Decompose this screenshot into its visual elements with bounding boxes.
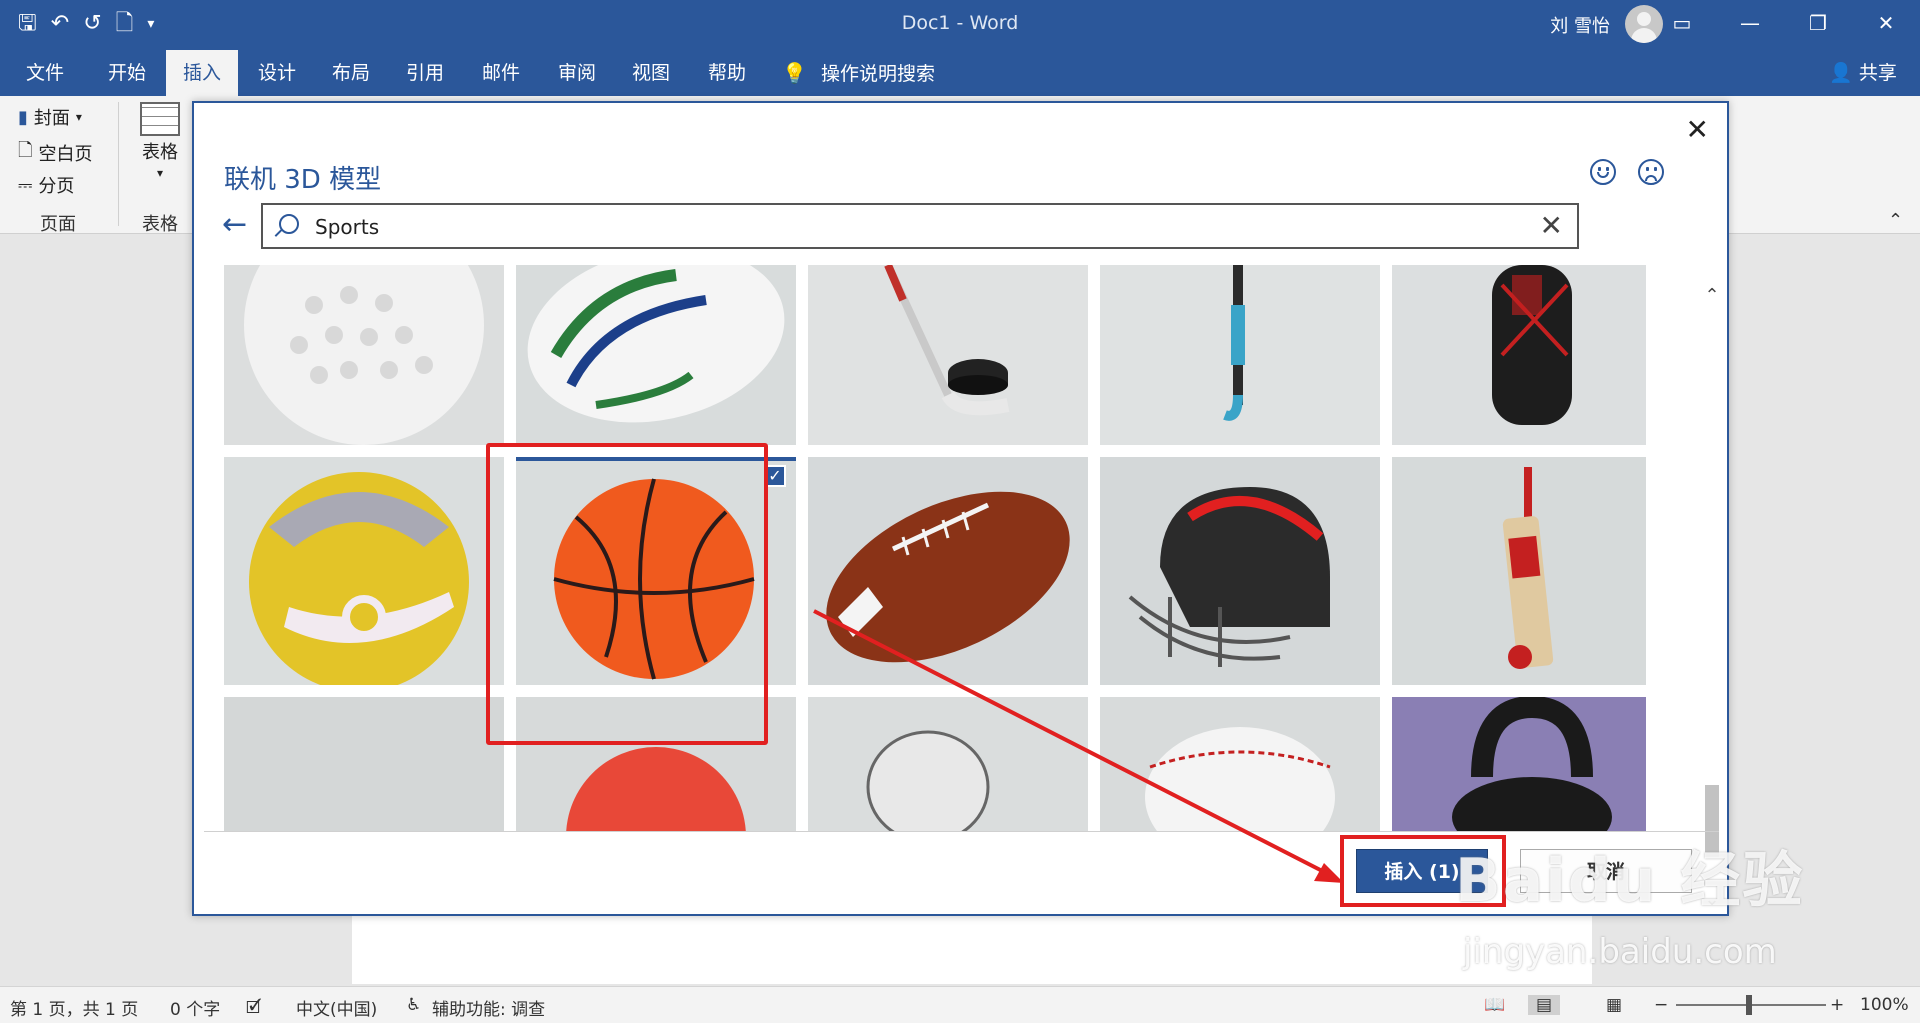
model-tile[interactable] (1392, 697, 1646, 831)
group-label-table: 表格 (142, 214, 178, 235)
zoom-in-icon[interactable]: + (1830, 995, 1844, 1015)
share-button[interactable]: 👤 共享 (1818, 50, 1908, 96)
chevron-down-icon: ▾ (156, 166, 164, 180)
field-hockey-stick-icon (1100, 265, 1380, 445)
cover-page-icon: ▮ (18, 106, 28, 128)
page-count[interactable]: 第 1 页，共 1 页 (10, 995, 138, 1020)
chevron-down-icon: ▾ (75, 110, 82, 124)
model-tile[interactable] (224, 265, 504, 445)
blank-page-icon: 🗋 (18, 140, 33, 161)
group-label-pages: 页面 (40, 214, 76, 235)
ribbon-divider (118, 102, 119, 226)
model-tile[interactable] (1100, 265, 1380, 445)
word-count[interactable]: 0 个字 (170, 995, 220, 1020)
scroll-up-icon[interactable]: ⌃ (1700, 285, 1724, 306)
frown-feedback-icon[interactable] (1638, 159, 1664, 185)
tab-file[interactable]: 文件 (10, 50, 80, 96)
golf-bag-icon (1392, 265, 1646, 445)
tab-mailings[interactable]: 邮件 (466, 50, 536, 96)
blank-page-button[interactable]: 🗋 空白页 (18, 138, 92, 168)
status-bar: 第 1 页，共 1 页 0 个字 🗹 中文(中国) ♿ 辅助功能: 调查 📖 ▤… (0, 986, 1920, 1023)
share-person-icon: 👤 (1829, 62, 1853, 84)
rugby-ball-icon (516, 265, 796, 445)
ribbon-tabs: 文件 开始 插入 设计 布局 引用 邮件 审阅 视图 帮助 💡 操作说明搜索 👤… (0, 50, 1920, 96)
tab-review[interactable]: 审阅 (542, 50, 612, 96)
proofing-icon[interactable]: 🗹 (246, 995, 261, 1023)
tile-gray-icon (224, 697, 504, 831)
model-tile[interactable] (808, 457, 1088, 685)
user-name[interactable]: 刘 雪怡 (1550, 12, 1610, 38)
golf-ball-icon (224, 265, 504, 445)
table-button[interactable]: 表格 ▾ (140, 102, 180, 180)
football-helmet-icon (1100, 457, 1380, 685)
tab-layout[interactable]: 布局 (316, 50, 386, 96)
ribbon-display-icon[interactable]: ▭ (1648, 0, 1716, 46)
search-value: Sports (315, 215, 380, 239)
close-window-icon[interactable]: ✕ (1852, 0, 1920, 46)
page-break-button[interactable]: ⎓ 分页 (18, 172, 74, 198)
tab-insert[interactable]: 插入 (166, 50, 238, 96)
grid-scrollbar[interactable]: ⌃ ⌄ (1700, 265, 1724, 910)
tab-home[interactable]: 开始 (92, 50, 162, 96)
online-3d-models-dialog: ✕ 联机 3D 模型 ← Sports ✕ ✓ ⌃ ⌄ 插入 (1) 取消 (192, 101, 1729, 916)
window-controls: ▭ — ❐ ✕ (1648, 0, 1920, 46)
read-mode-icon[interactable]: 📖 (1484, 995, 1505, 1015)
title-bar: 🖫 ↶ ↺ 🗋 ▾ Doc1 - Word 刘 雪怡 ▭ — ❐ ✕ (0, 0, 1920, 50)
accessibility-icon[interactable]: ♿ (406, 995, 421, 1015)
hockey-stick-puck-icon (808, 265, 1088, 445)
tell-me-search[interactable]: 💡 操作说明搜索 (782, 50, 942, 96)
kettlebell-icon (1392, 697, 1646, 831)
search-icon (279, 214, 299, 234)
net-racket-icon (808, 697, 1088, 831)
cricket-bat-icon (1392, 457, 1646, 685)
tab-help[interactable]: 帮助 (692, 50, 762, 96)
clear-search-icon[interactable]: ✕ (1540, 209, 1563, 242)
smile-feedback-icon[interactable] (1590, 159, 1616, 185)
selection-highlight (486, 443, 768, 745)
collapse-ribbon-icon[interactable]: ⌃ (1888, 210, 1903, 231)
tab-view[interactable]: 视图 (616, 50, 686, 96)
restore-icon[interactable]: ❐ (1784, 0, 1852, 46)
back-arrow-icon[interactable]: ← (222, 207, 247, 242)
model-grid: ✓ (224, 265, 1646, 831)
language[interactable]: 中文(中国) (296, 995, 377, 1020)
model-tile[interactable] (808, 265, 1088, 445)
zoom-out-icon[interactable]: − (1654, 995, 1668, 1015)
model-tile[interactable] (1100, 457, 1380, 685)
american-football-icon (808, 457, 1088, 685)
tab-design[interactable]: 设计 (242, 50, 312, 96)
model-tile[interactable] (516, 265, 796, 445)
page-break-icon: ⎓ (18, 174, 33, 196)
cover-page-button[interactable]: ▮ 封面 ▾ (18, 104, 82, 130)
watermark-url: jingyan.baidu.com (1463, 932, 1777, 972)
tab-references[interactable]: 引用 (390, 50, 460, 96)
close-icon[interactable]: ✕ (1686, 113, 1709, 146)
zoom-level[interactable]: 100% (1860, 995, 1909, 1015)
model-tile[interactable] (1100, 697, 1380, 831)
model-tile[interactable] (808, 697, 1088, 831)
minimize-icon[interactable]: — (1716, 0, 1784, 46)
dialog-title: 联机 3D 模型 (224, 165, 382, 195)
print-layout-icon[interactable]: ▤ (1528, 995, 1561, 1015)
search-input[interactable]: Sports ✕ (261, 203, 1579, 249)
baseball-icon (1100, 697, 1380, 831)
volleyball-icon (224, 457, 504, 685)
model-tile[interactable] (1392, 457, 1646, 685)
zoom-slider-thumb[interactable] (1746, 995, 1752, 1015)
lightbulb-icon: 💡 (782, 61, 807, 85)
accessibility-status[interactable]: 辅助功能: 调查 (432, 995, 545, 1020)
model-tile[interactable] (1392, 265, 1646, 445)
web-layout-icon[interactable]: ▦ (1606, 995, 1622, 1015)
model-tile[interactable] (224, 457, 504, 685)
watermark-logo: Baidu 经验 (1455, 846, 1805, 916)
table-icon (140, 102, 180, 136)
model-tile[interactable] (224, 697, 504, 831)
